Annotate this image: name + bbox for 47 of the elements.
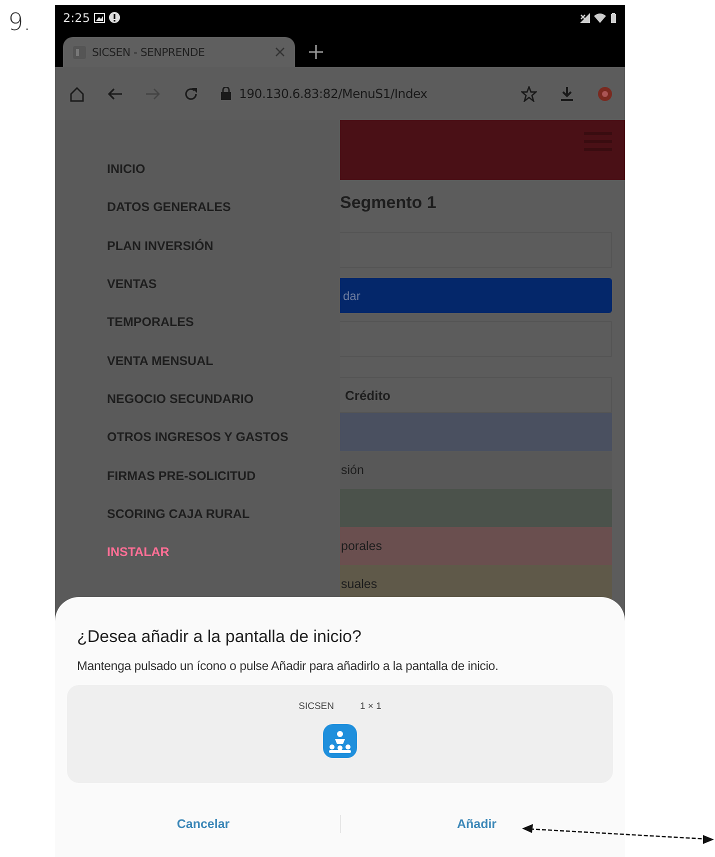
menu-item[interactable]: VENTA MENSUAL bbox=[107, 341, 214, 380]
row-label: sión bbox=[341, 463, 364, 477]
forward-icon[interactable] bbox=[145, 86, 161, 102]
menu-item[interactable]: DATOS GENERALES bbox=[107, 188, 231, 227]
home-icon[interactable] bbox=[69, 86, 85, 102]
app-icon bbox=[323, 724, 357, 758]
row-label: porales bbox=[341, 539, 382, 553]
row-label: suales bbox=[341, 577, 378, 591]
address-bar[interactable]: 190.130.6.83:82/MenuS1/Index bbox=[239, 86, 428, 101]
dialog-button[interactable]: Cancelar bbox=[67, 807, 340, 841]
menu-item[interactable]: VENTAS bbox=[107, 264, 157, 304]
menu-item[interactable]: NEGOCIO SECUNDARIO bbox=[107, 380, 254, 418]
back-icon[interactable] bbox=[107, 86, 123, 102]
menu-item[interactable]: INICIO bbox=[107, 150, 146, 188]
section-title: Crédito bbox=[344, 388, 390, 402]
wifi-icon bbox=[594, 12, 606, 22]
dialog-button[interactable]: Añadir bbox=[340, 807, 613, 841]
list-row[interactable] bbox=[340, 489, 612, 527]
figure-number: 9. bbox=[7, 7, 32, 38]
menu-item[interactable]: OTROS INGRESOS Y GASTOS bbox=[107, 418, 288, 456]
menu-item[interactable]: TEMPORALES bbox=[107, 303, 194, 342]
menu-item[interactable]: SCORING CAJA RURAL bbox=[107, 494, 250, 533]
app-name: SICSEN bbox=[298, 701, 334, 712]
new-tab-icon[interactable] bbox=[309, 44, 323, 58]
save-button[interactable]: dar bbox=[340, 278, 612, 313]
star-icon[interactable] bbox=[521, 86, 537, 102]
list-row[interactable]: porales bbox=[340, 527, 612, 565]
menu-item[interactable]: INSTALAR bbox=[107, 532, 170, 572]
list-row[interactable]: sión bbox=[340, 451, 612, 489]
widget-size: 1 × 1 bbox=[360, 701, 382, 712]
dialog-title: ¿Desea añadir a la pantalla de inicio? bbox=[77, 627, 362, 648]
download-icon[interactable] bbox=[559, 86, 575, 102]
battery-icon bbox=[610, 12, 617, 22]
favicon-icon bbox=[73, 46, 86, 58]
image-icon bbox=[94, 12, 105, 22]
dialog-message: Mantenga pulsado un ícono o pulse Añadir para añadirlo a la pantalla de inicio. bbox=[77, 659, 500, 673]
close-icon bbox=[275, 47, 285, 57]
page-heading: Segmento 1 bbox=[340, 192, 436, 214]
lock-icon bbox=[221, 87, 231, 100]
status-time: 2:25 bbox=[63, 10, 90, 24]
menu-item[interactable]: FIRMAS PRE-SOLICITUD bbox=[107, 456, 256, 495]
menu-item[interactable]: PLAN INVERSIÓN bbox=[107, 226, 214, 265]
signal-icon bbox=[580, 12, 590, 22]
reload-icon[interactable] bbox=[183, 86, 199, 102]
browser-tab[interactable]: SICSEN - SENPRENDE bbox=[63, 37, 295, 67]
profile-icon[interactable] bbox=[597, 86, 613, 102]
alert-icon bbox=[108, 12, 120, 23]
